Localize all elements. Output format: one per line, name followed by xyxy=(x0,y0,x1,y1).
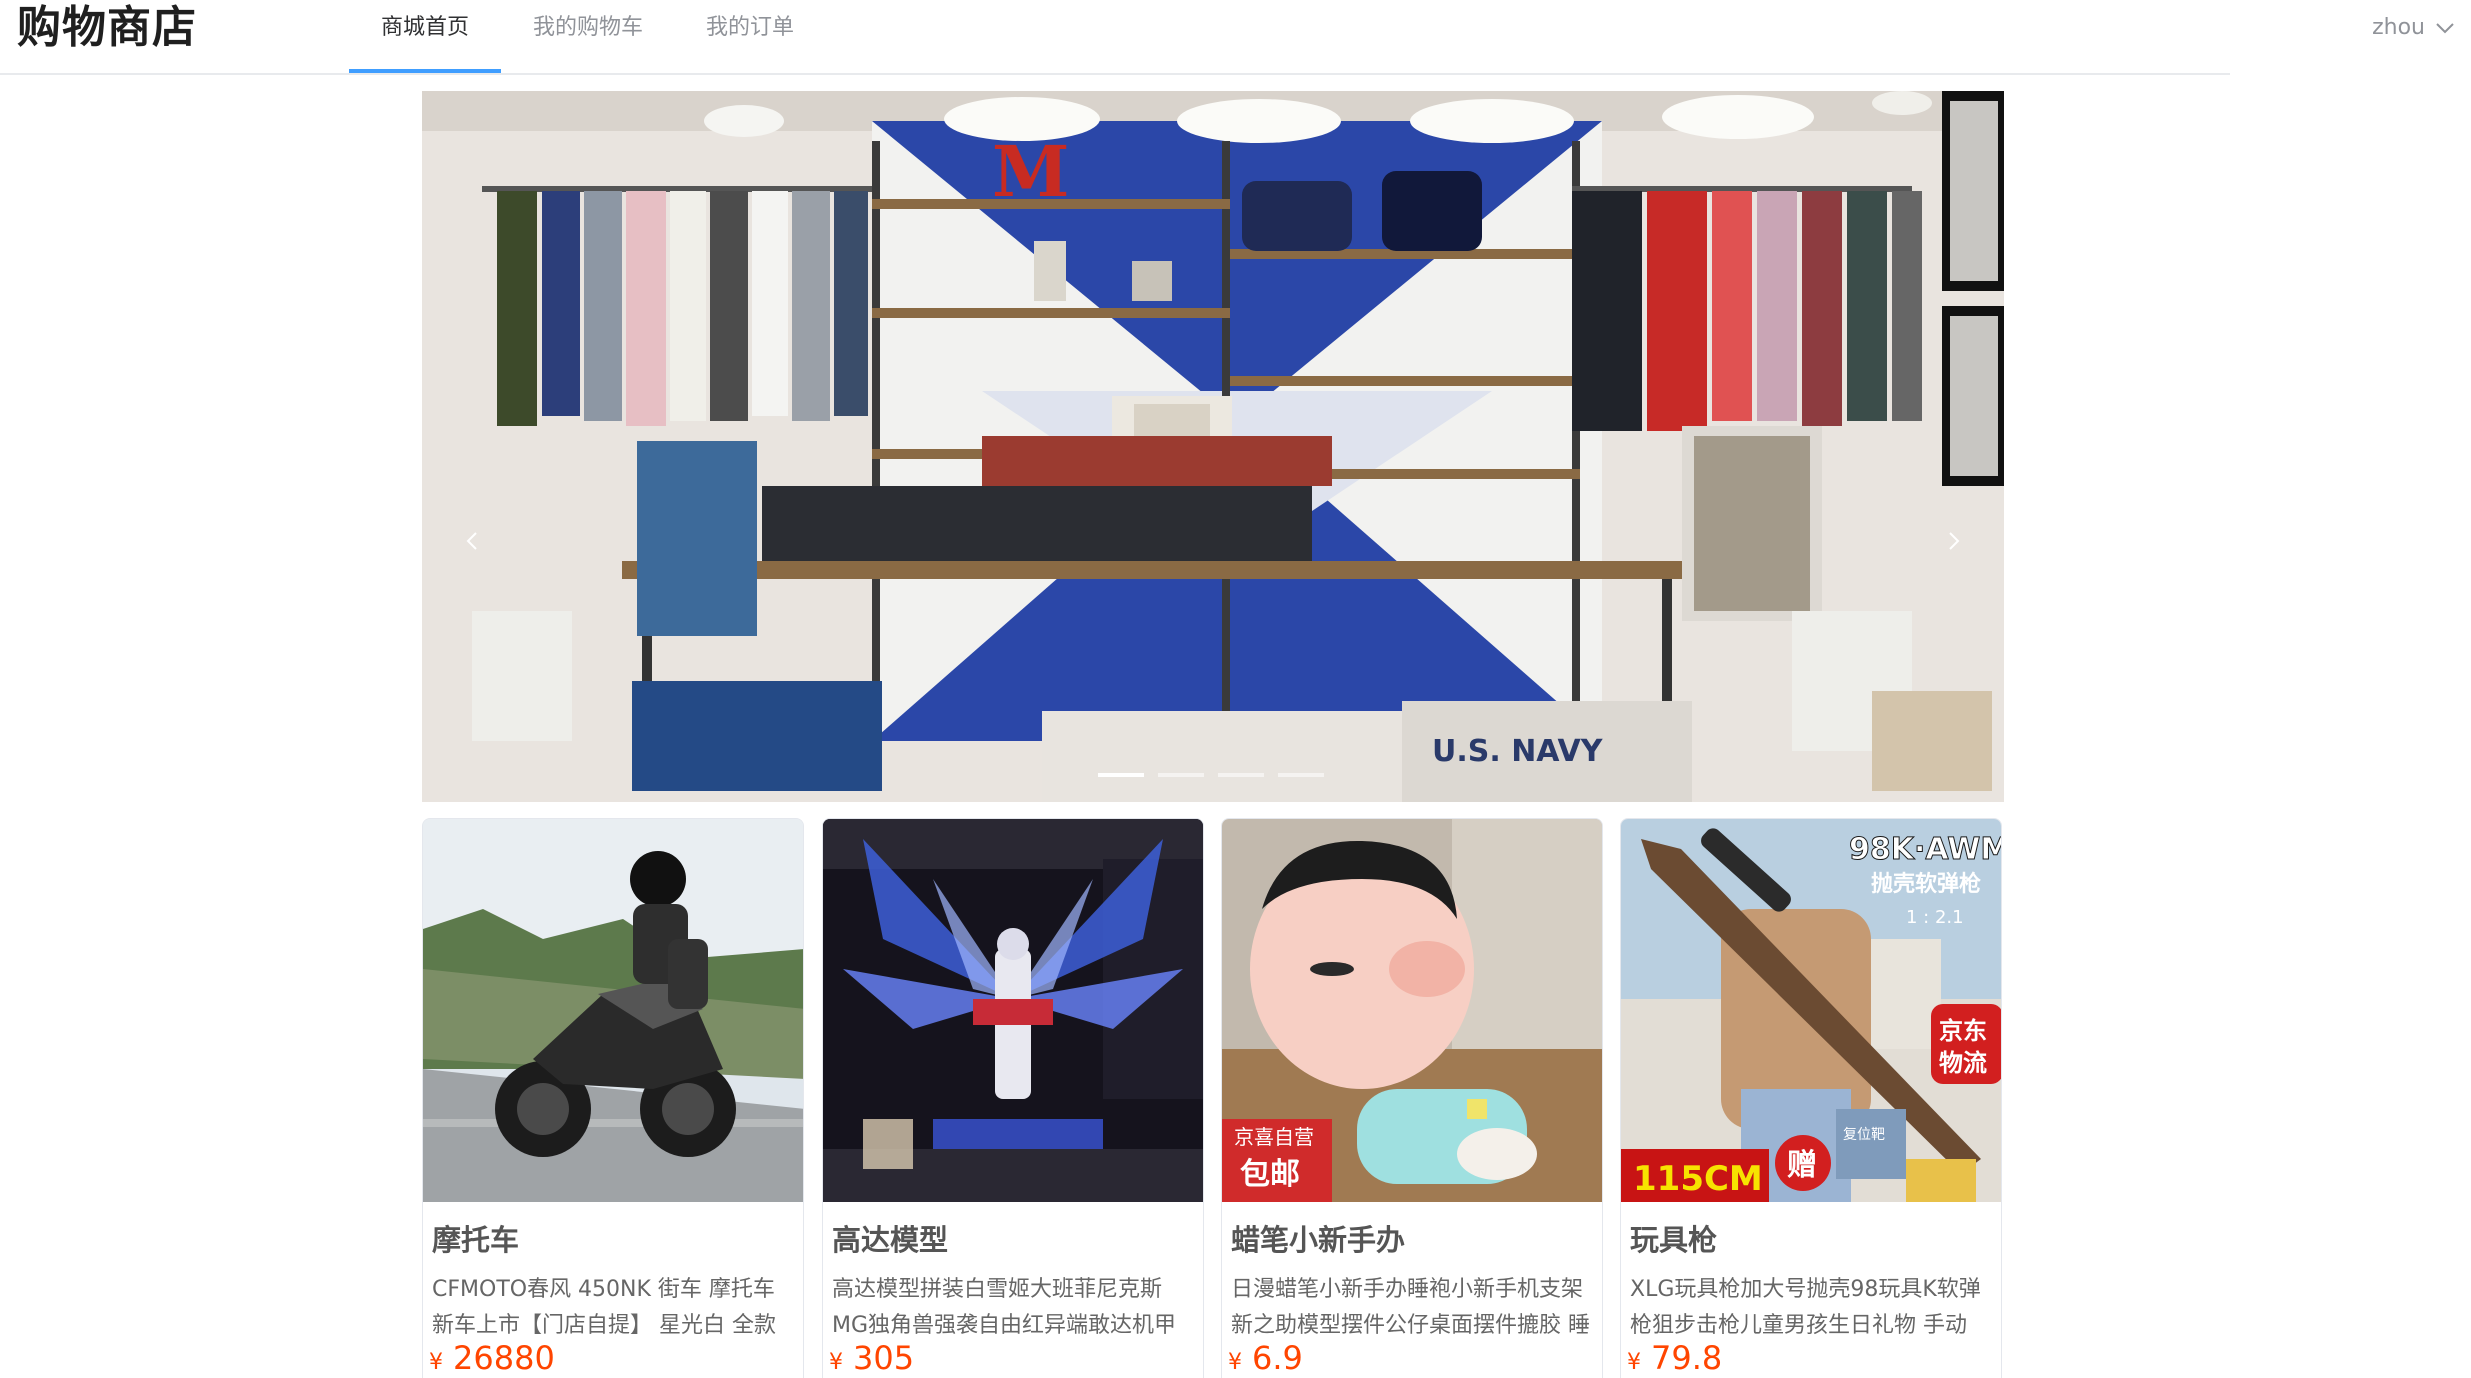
motorcycle-image xyxy=(423,819,803,1202)
product-title: 高达模型 xyxy=(832,1223,949,1257)
svg-text:115CM: 115CM xyxy=(1633,1159,1763,1199)
product-title: 玩具枪 xyxy=(1630,1223,1718,1257)
price-value: 26880 xyxy=(453,1339,555,1377)
header-divider xyxy=(0,73,2230,75)
svg-text:抛壳软弹枪: 抛壳软弹枪 xyxy=(1871,871,1981,897)
product-price: ¥305 xyxy=(829,1339,914,1377)
user-menu[interactable]: zhou xyxy=(2372,0,2455,56)
product-image: 98K·AWM 抛壳软弹枪 1 : 2.1 京东 物流 115CM 赠 复位靶 xyxy=(1621,819,2002,1202)
nav-orders[interactable]: 我的订单 xyxy=(686,0,814,74)
svg-text:U.S. NAVY: U.S. NAVY xyxy=(1432,734,1604,769)
carousel-indicator-4[interactable] xyxy=(1278,773,1324,777)
currency-symbol: ¥ xyxy=(1228,1350,1242,1375)
product-card-gundam[interactable]: 高达模型 高达模型拼装白雪姬大班菲尼克斯MG独角兽强袭自由红异端敢达机甲 [高 … xyxy=(822,818,1204,1378)
product-description: 高达模型拼装白雪姬大班菲尼克斯MG独角兽强袭自由红异端敢达机甲 [高 xyxy=(832,1277,1177,1338)
svg-text:复位靶: 复位靶 xyxy=(1843,1126,1885,1143)
svg-text:物流: 物流 xyxy=(1939,1049,1987,1077)
product-price: ¥79.8 xyxy=(1627,1339,1722,1377)
toy-gun-image: 98K·AWM 抛壳软弹枪 1 : 2.1 京东 物流 115CM 赠 复位靶 xyxy=(1621,819,2002,1202)
currency-symbol: ¥ xyxy=(1627,1350,1641,1375)
svg-text:赠: 赠 xyxy=(1787,1148,1817,1183)
product-card-shinchan[interactable]: 京喜自营 包邮 蜡笔小新手办 日漫蜡笔小新手办睡袍小新手机支架新之助模型摆件公仔… xyxy=(1221,818,1603,1378)
svg-text:M: M xyxy=(992,130,1070,213)
product-image: 京喜自营 包邮 xyxy=(1222,819,1602,1202)
product-price: ¥26880 xyxy=(429,1339,555,1377)
carousel-indicator-1[interactable] xyxy=(1098,773,1144,777)
nav-cart[interactable]: 我的购物车 xyxy=(518,0,658,74)
chevron-right-icon xyxy=(1949,532,1960,550)
product-card-toy-gun[interactable]: 98K·AWM 抛壳软弹枪 1 : 2.1 京东 物流 115CM 赠 复位靶 … xyxy=(1620,818,2002,1378)
currency-symbol: ¥ xyxy=(429,1350,443,1375)
product-price: ¥6.9 xyxy=(1228,1339,1303,1377)
svg-text:包邮: 包邮 xyxy=(1240,1157,1300,1192)
price-value: 305 xyxy=(853,1339,915,1377)
banner-store-image: M U.S. NAVY xyxy=(422,91,2004,802)
product-description: XLG玩具枪加大号抛壳98玩具K软弹枪狙步击枪儿童男孩生日礼物 手动 xyxy=(1630,1277,1981,1338)
carousel-indicators xyxy=(1098,773,1324,777)
nav-home[interactable]: 商城首页 xyxy=(349,0,501,74)
product-title: 蜡笔小新手办 xyxy=(1231,1223,1406,1257)
product-card-motorcycle[interactable]: 摩托车 CFMOTO春风 450NK 街车 摩托车 新车上市【门店自提】 星光白… xyxy=(422,818,804,1378)
shinchan-figure-image: 京喜自营 包邮 xyxy=(1222,819,1602,1202)
chevron-down-icon xyxy=(2436,23,2454,34)
currency-symbol: ¥ xyxy=(829,1350,843,1375)
product-description: 日漫蜡笔小新手办睡袍小新手机支架新之助模型摆件公仔桌面摆件摝胶 睡 xyxy=(1231,1277,1590,1338)
svg-text:1 : 2.1: 1 : 2.1 xyxy=(1906,907,1964,928)
carousel-indicator-3[interactable] xyxy=(1218,773,1264,777)
price-value: 79.8 xyxy=(1651,1339,1723,1377)
top-navbar: 购物商店 商城首页 我的购物车 我的订单 zhou xyxy=(0,0,2471,75)
svg-text:京东: 京东 xyxy=(1939,1017,1987,1045)
svg-text:98K·AWM: 98K·AWM xyxy=(1849,832,2002,867)
banner-carousel[interactable]: M U.S. NAVY xyxy=(422,91,2004,802)
gundam-model-image xyxy=(823,819,1203,1202)
svg-text:京喜自营: 京喜自营 xyxy=(1234,1125,1314,1149)
chevron-left-icon xyxy=(466,532,477,550)
carousel-next-arrow[interactable] xyxy=(1934,521,1974,561)
product-image xyxy=(423,819,803,1202)
username: zhou xyxy=(2372,15,2425,40)
price-value: 6.9 xyxy=(1252,1339,1303,1377)
product-description: CFMOTO春风 450NK 街车 摩托车 新车上市【门店自提】 星光白 全款 xyxy=(432,1277,776,1338)
product-image xyxy=(823,819,1203,1202)
carousel-prev-arrow[interactable] xyxy=(452,521,492,561)
product-title: 摩托车 xyxy=(432,1223,520,1257)
carousel-indicator-2[interactable] xyxy=(1158,773,1204,777)
store-logo[interactable]: 购物商店 xyxy=(17,2,197,54)
